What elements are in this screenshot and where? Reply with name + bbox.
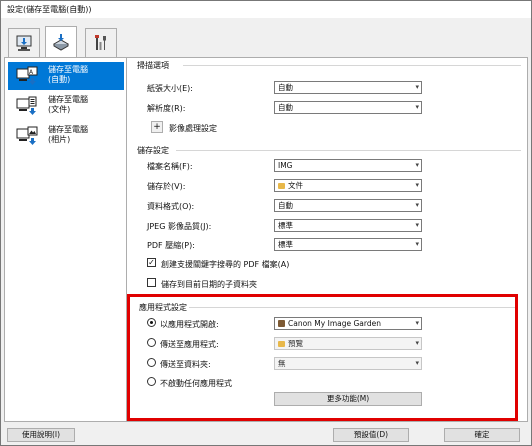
chevron-down-icon: ▾ (415, 221, 419, 229)
data-format-select[interactable]: 自動 ▾ (274, 199, 422, 212)
save-in-select[interactable]: 文件 ▾ (274, 179, 422, 192)
pdf-compression-select[interactable]: 標準 ▾ (274, 238, 422, 251)
jpeg-quality-select[interactable]: 標準 ▾ (274, 219, 422, 232)
chevron-down-icon: ▾ (415, 240, 419, 248)
save-in-label: 儲存於(V): (147, 182, 186, 191)
save-auto-icon: A (16, 66, 38, 85)
file-name-label: 檔案名稱(F): (147, 162, 193, 171)
resolution-label: 解析度(R): (147, 104, 186, 113)
chevron-down-icon: ▾ (415, 103, 419, 111)
sidebar-item-label: 儲存至電腦 (自動) (48, 65, 88, 84)
paper-size-label: 紙張大小(E): (147, 84, 193, 93)
help-button[interactable]: 使用說明(I) (7, 428, 75, 442)
sidebar-item-save-photo[interactable]: 儲存至電腦 (相片) (8, 122, 124, 150)
sidebar-item-label: 儲存至電腦 (相片) (48, 125, 88, 144)
chevron-down-icon: ▾ (415, 201, 419, 209)
file-name-input[interactable]: IMG ▾ (274, 159, 422, 172)
expand-image-processing-button[interactable]: + (151, 121, 163, 133)
resolution-select[interactable]: 自動 ▾ (274, 101, 422, 114)
scanner-icon (52, 34, 70, 51)
jpeg-quality-label: JPEG 影像品質(J): (147, 222, 212, 231)
divider (183, 65, 521, 66)
tools-icon (95, 35, 106, 50)
data-format-label: 資料格式(O): (147, 202, 195, 211)
date-subfolder-checkbox[interactable] (147, 278, 156, 287)
tab-strip (1, 18, 531, 58)
paper-size-select[interactable]: 自動 ▾ (274, 81, 422, 94)
date-subfolder-label: 儲存到目前日期的子資料夾 (161, 280, 257, 289)
save-settings-title: 儲存設定 (137, 146, 169, 155)
sidebar-item-label: 儲存至電腦 (文件) (48, 95, 88, 114)
chevron-down-icon: ▾ (415, 181, 419, 189)
tab-scanner[interactable] (45, 26, 77, 58)
searchable-pdf-label: 創建支援關鍵字搜尋的 PDF 檔案(A) (161, 260, 290, 269)
window-title: 設定(儲存至電腦(自動)) (7, 5, 92, 14)
searchable-pdf-checkbox[interactable]: ✓ (147, 258, 156, 267)
title-bar: 設定(儲存至電腦(自動)) (1, 1, 531, 18)
pdf-compression-label: PDF 壓縮(P): (147, 241, 195, 250)
highlight-box (127, 294, 518, 421)
settings-window: 設定(儲存至電腦(自動)) A 儲存至電腦 (自動) 儲存至電腦 (文件) 儲存… (0, 0, 532, 446)
save-photo-icon (16, 126, 38, 145)
ok-button[interactable]: 確定 (444, 428, 520, 442)
scan-options-title: 掃描選項 (137, 61, 169, 70)
chevron-down-icon: ▾ (415, 161, 419, 169)
defaults-button[interactable]: 預設值(D) (333, 428, 409, 442)
sidebar-item-save-auto[interactable]: A 儲存至電腦 (自動) (8, 62, 124, 90)
save-document-icon (16, 96, 37, 115)
computer-scan-icon (16, 35, 32, 51)
sidebar: A 儲存至電腦 (自動) 儲存至電腦 (文件) 儲存至電腦 (相片) (5, 58, 127, 421)
folder-icon (278, 183, 285, 189)
tab-tools[interactable] (85, 28, 117, 58)
image-processing-label: 影像處理設定 (169, 124, 217, 133)
divider (176, 150, 521, 151)
chevron-down-icon: ▾ (415, 83, 419, 91)
tab-computer-scan[interactable] (8, 28, 40, 58)
sidebar-item-save-document[interactable]: 儲存至電腦 (文件) (8, 92, 124, 120)
